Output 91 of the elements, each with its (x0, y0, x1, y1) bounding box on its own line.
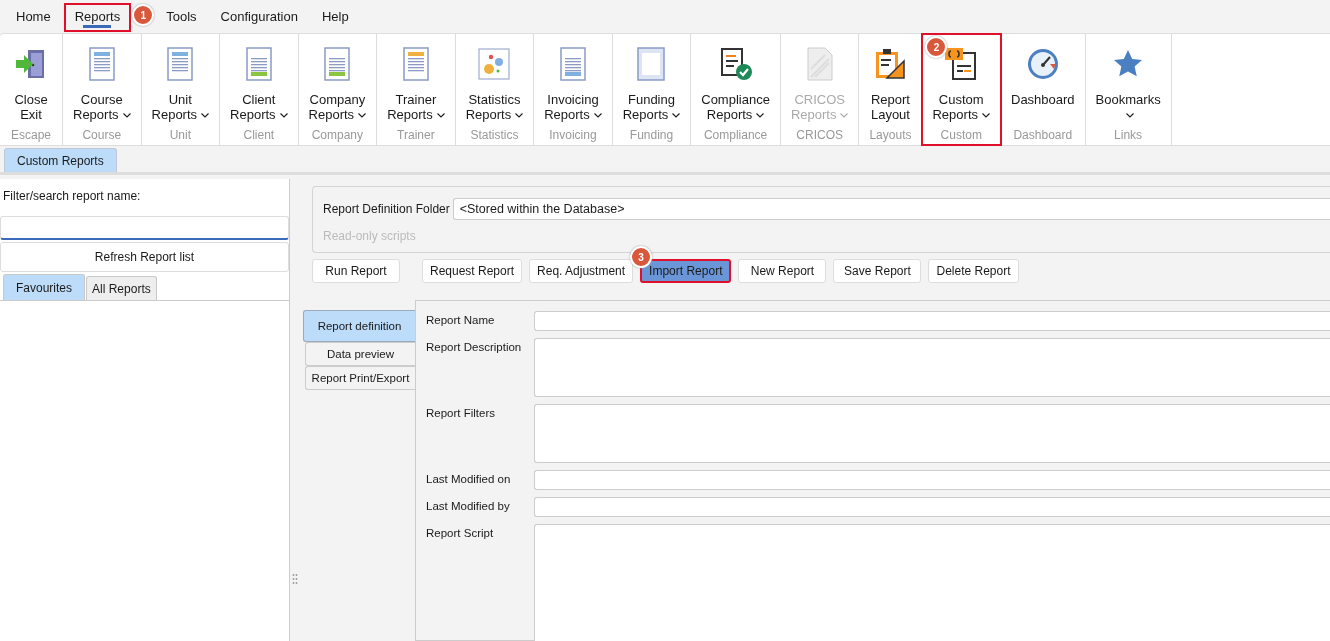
read-only-note: Read-only scripts (323, 229, 417, 243)
document-icon (400, 47, 431, 81)
ribbon-button[interactable]: Client Reports (230, 34, 288, 122)
caret-icon (201, 113, 210, 119)
action-button[interactable]: Request Report (422, 259, 523, 283)
caret-icon (756, 113, 765, 119)
document-icon (557, 47, 588, 81)
bubble-chart-icon (478, 48, 511, 80)
ribbon-button[interactable]: Bookmarks (1095, 34, 1161, 122)
search-field[interactable] (0, 216, 289, 240)
ribbon-button[interactable]: Compliance Reports (701, 34, 770, 122)
text-area[interactable] (534, 404, 1330, 463)
text-area[interactable] (534, 338, 1330, 397)
action-button[interactable]: Delete Report (928, 259, 1019, 283)
folder-field[interactable]: <Stored within the Database> (452, 198, 1330, 220)
group-label: Funding (629, 128, 674, 142)
field-label: Report Filters (426, 406, 497, 419)
document-icon (636, 47, 667, 81)
group-label: Course (82, 128, 122, 142)
caret-icon (982, 113, 990, 119)
ribbon-button[interactable]: Dashboard (1011, 34, 1075, 107)
ribbon-button[interactable]: Invoicing Reports (544, 34, 602, 122)
group-label: Invoicing (549, 128, 597, 142)
caret-icon (1126, 113, 1135, 119)
document-tab[interactable]: Custom Reports (4, 148, 117, 172)
splitter-grip-icon[interactable] (292, 573, 298, 585)
list-tab[interactable]: Favourites (3, 274, 86, 300)
menu-item[interactable]: Configuration (209, 3, 309, 32)
group-label: Compliance (703, 128, 768, 142)
group-label: CRICOS (796, 128, 843, 142)
menu-item[interactable]: Home (5, 3, 62, 32)
gauge-icon (1025, 47, 1060, 81)
group-label: Trainer (397, 128, 435, 142)
list-tab[interactable]: All Reports (86, 276, 157, 300)
filter-label: Filter/search report name: (2, 188, 142, 205)
caret-icon (593, 113, 602, 119)
group-label: Links (1114, 128, 1143, 142)
side-tab[interactable]: Report Print/Export (305, 366, 415, 390)
menu-item[interactable]: Help (310, 3, 360, 32)
document-icon (86, 47, 117, 81)
group-label: Client (243, 128, 275, 142)
field-label: Report Name (426, 313, 496, 326)
ribbon-button[interactable]: Statistics Reports (465, 34, 524, 122)
document-icon (165, 47, 196, 81)
field-label: Report Script (426, 526, 495, 539)
ribbon-button[interactable]: Funding Reports (622, 34, 681, 122)
group-label: Unit (169, 128, 191, 142)
folder-label: Report Definition Folder (323, 202, 450, 216)
ribbon-button[interactable]: Course Reports (73, 34, 131, 122)
ribbon-button[interactable]: Company Reports (308, 34, 367, 122)
group-label: Statistics (470, 128, 519, 142)
script-editor[interactable] (534, 524, 1330, 641)
group-label: Company (311, 128, 364, 142)
field-label: Last Modified on (426, 472, 512, 485)
text-field[interactable] (534, 470, 1330, 490)
field-label: Last Modified by (426, 499, 511, 512)
action-button[interactable]: Req. Adjustment (529, 259, 634, 283)
ribbon-button[interactable]: Unit Reports (151, 34, 210, 122)
text-field[interactable] (534, 497, 1330, 517)
caret-icon (279, 113, 288, 119)
action-button[interactable]: New Report (738, 259, 827, 283)
ribbon-button[interactable]: Close Exit (14, 34, 48, 122)
caret-icon (672, 113, 681, 119)
side-tab[interactable]: Data preview (305, 342, 415, 366)
text-field[interactable] (534, 311, 1330, 331)
menu-item[interactable]: Reports (63, 3, 132, 32)
menu-item[interactable]: Tools (155, 3, 208, 32)
ribbon-button[interactable]: Trainer Reports (387, 34, 445, 122)
action-button[interactable]: Run Report (312, 259, 400, 283)
document-icon (322, 47, 353, 81)
group-label: Dashboard (1013, 128, 1073, 142)
side-tab[interactable]: Report definition (303, 310, 415, 342)
caret-icon (840, 113, 849, 119)
field-label: Report Description (426, 340, 523, 353)
caret-icon (515, 113, 524, 119)
caret-icon (358, 113, 367, 119)
action-button[interactable]: Save Report (833, 259, 922, 283)
step-number-badge: 2 (925, 36, 948, 58)
step-number-badge: 3 (630, 246, 653, 268)
ribbon-button[interactable]: Report Layout (870, 34, 910, 122)
document-icon (804, 47, 835, 81)
step-number-badge: 1 (132, 4, 155, 26)
group-label: Escape (11, 128, 51, 142)
caret-icon (122, 113, 131, 119)
clipboard-ruler-icon (873, 47, 908, 81)
caret-icon (436, 113, 445, 119)
group-label: Layouts (869, 128, 912, 142)
group-label: Custom (940, 128, 982, 142)
document-icon (243, 47, 274, 81)
refresh-button[interactable]: Refresh Report list (0, 242, 289, 272)
document-check-icon (718, 47, 753, 81)
